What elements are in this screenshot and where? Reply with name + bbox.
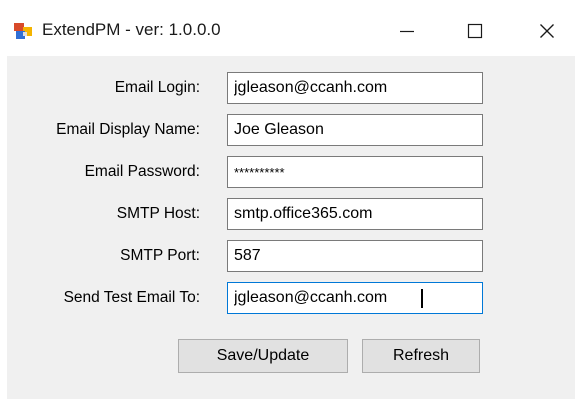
- close-button[interactable]: [524, 12, 570, 50]
- field-row-smtp-host: SMTP Host:: [7, 198, 575, 230]
- form-panel: Email Login: Email Display Name: Email P…: [7, 56, 575, 399]
- smtp-host-input[interactable]: [227, 198, 483, 230]
- display-name-input[interactable]: [227, 114, 483, 146]
- smtp-host-label: SMTP Host:: [116, 205, 200, 222]
- minimize-icon: [399, 23, 415, 39]
- maximize-icon: [467, 23, 483, 39]
- smtp-port-input[interactable]: [227, 240, 483, 272]
- email-password-input[interactable]: [227, 156, 483, 188]
- maximize-button[interactable]: [452, 12, 498, 50]
- field-row-email-password: Email Password:: [7, 156, 575, 188]
- field-row-smtp-port: SMTP Port:: [7, 240, 575, 272]
- close-icon: [539, 23, 555, 39]
- text-caret: [421, 289, 423, 308]
- field-row-display-name: Email Display Name:: [7, 114, 575, 146]
- email-login-label: Email Login:: [114, 79, 200, 96]
- window-title: ExtendPM - ver: 1.0.0.0: [42, 20, 221, 39]
- app-window: ExtendPM - ver: 1.0.0.0 Email Login: jgl…: [0, 0, 582, 399]
- app-window-icon: [14, 23, 32, 39]
- smtp-port-label: SMTP Port:: [120, 247, 200, 264]
- field-row-email-login: Email Login:: [7, 72, 575, 104]
- title-bar[interactable]: ExtendPM - ver: 1.0.0.0: [0, 0, 582, 56]
- email-password-label: Email Password:: [84, 163, 200, 180]
- test-email-input[interactable]: [227, 282, 483, 314]
- save-update-button[interactable]: Save/Update: [178, 339, 348, 373]
- minimize-button[interactable]: [384, 12, 430, 50]
- test-email-label: Send Test Email To:: [63, 289, 200, 306]
- field-row-test-email: Send Test Email To:: [7, 282, 575, 314]
- display-name-label: Email Display Name:: [56, 121, 200, 138]
- email-login-input[interactable]: [227, 72, 483, 104]
- refresh-button[interactable]: Refresh: [362, 339, 480, 373]
